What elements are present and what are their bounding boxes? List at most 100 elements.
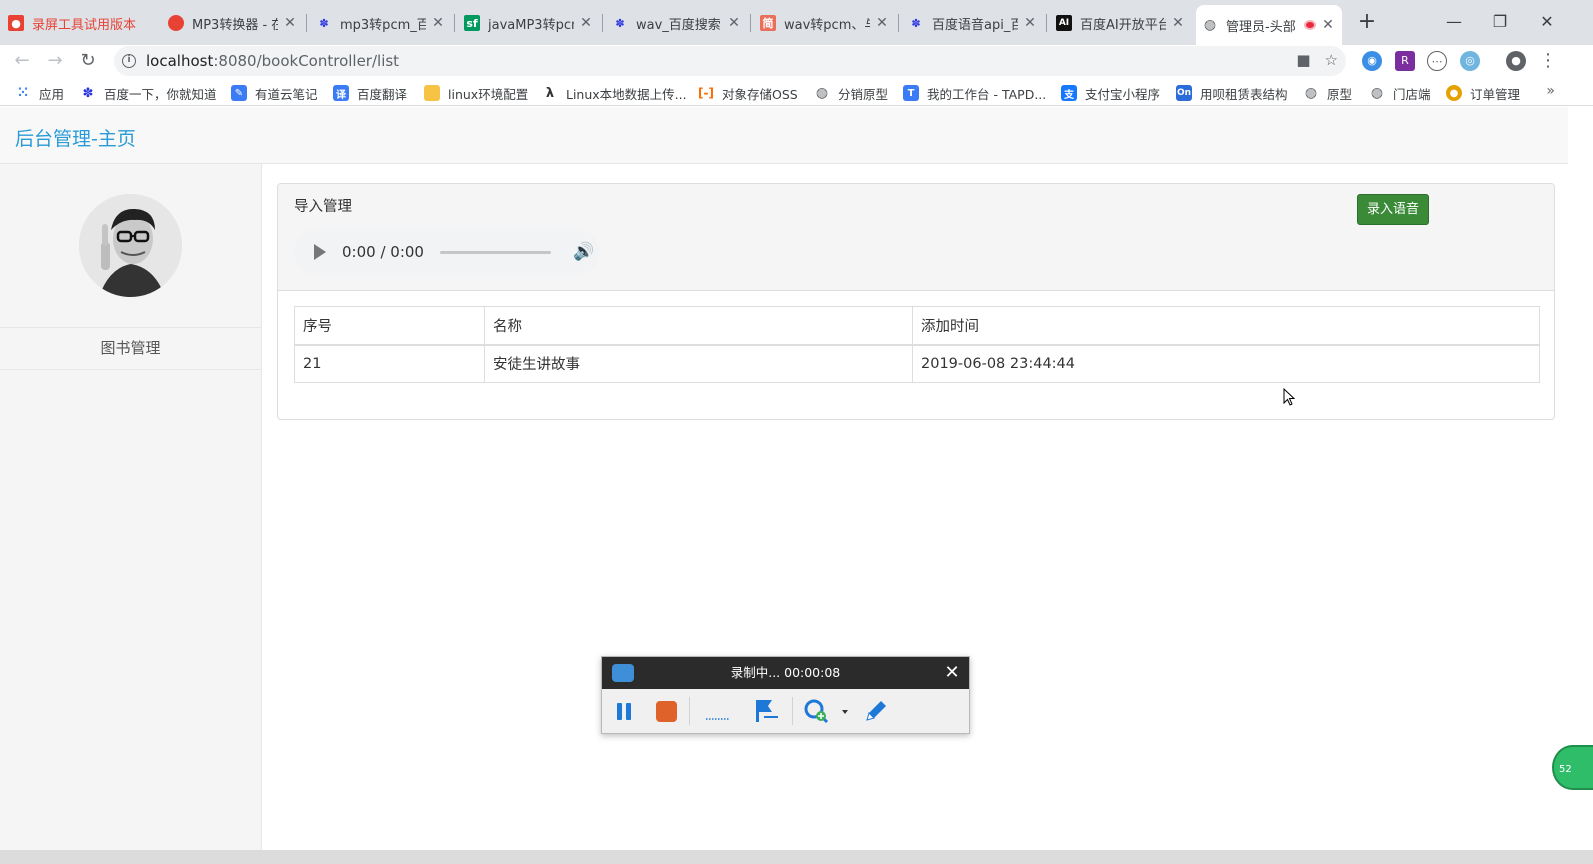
bookmark-star-icon[interactable]: ☆ — [1325, 51, 1338, 69]
order-icon: ● — [1446, 85, 1462, 101]
bookmark-prototype[interactable]: ◍ 原型 — [1303, 83, 1352, 103]
reload-button[interactable]: ↻ — [75, 48, 101, 74]
bookmark-baidu-translate[interactable]: 译 百度翻译 — [333, 83, 407, 103]
close-icon[interactable]: ✕ — [1170, 15, 1186, 31]
tab-wav-search[interactable]: ✽ wav_百度搜索 ✕ — [606, 9, 748, 37]
pause-icon[interactable] — [610, 697, 638, 725]
taskbar-edge — [0, 850, 1593, 864]
volume-icon[interactable]: 🔊 — [573, 242, 594, 262]
audio-seek-bar[interactable] — [439, 250, 551, 254]
floating-badge[interactable]: 52 — [1552, 745, 1593, 790]
marker-flag-icon[interactable] — [752, 697, 780, 725]
tapd-icon: T — [903, 85, 919, 101]
minimize-button[interactable]: — — [1434, 8, 1474, 36]
aliyun-icon: [-] — [698, 86, 714, 100]
toolbar-divider — [792, 697, 793, 725]
audio-level-icon — [706, 718, 730, 720]
bookmark-label: linux环境配置 — [448, 86, 529, 102]
new-tab-button[interactable]: + — [1356, 11, 1378, 33]
close-icon[interactable]: ✕ — [578, 15, 594, 31]
panel-heading: 导入管理 录入语音 0:00 / 0:00 🔊 — [278, 184, 1554, 291]
browser-tab-strip: ● 录屏工具试用版本 MP3转换器 - 在 ✕ ✽ mp3转pcm_百 ✕ sf… — [0, 0, 1593, 45]
stop-icon[interactable] — [652, 697, 680, 725]
tab-divider — [454, 14, 455, 32]
screen-recorder-widget: 录制中... 00:00:08 ✕ — [601, 656, 970, 734]
tab-java-mp3[interactable]: sf javaMP3转pcm ✕ — [458, 9, 600, 37]
restore-button[interactable]: ❐ — [1480, 8, 1520, 36]
close-icon[interactable]: ✕ — [430, 15, 446, 31]
address-bar[interactable]: i localhost:8080/bookController/list ■ ☆ — [114, 46, 1346, 76]
sidebar-item-book-management[interactable]: 图书管理 — [0, 327, 261, 370]
extension-code-icon[interactable]: ⋯ — [1427, 51, 1447, 71]
globe-icon: ◍ — [1304, 85, 1318, 101]
zoom-in-icon[interactable] — [802, 697, 830, 725]
column-header-name: 名称 — [484, 306, 913, 346]
bookmark-store-side[interactable]: ◍ 门店端 — [1369, 83, 1431, 103]
page-content: 后台管理-主页 图书管理 导入管理 录入语音 0:00 / 0:00 🔊 序号 … — [0, 107, 1568, 850]
jianshu-icon: 简 — [760, 15, 776, 31]
close-icon[interactable]: ✕ — [282, 15, 298, 31]
recorder-icon: ● — [8, 15, 24, 31]
bookmark-rental-schema[interactable]: On 用呗租赁表结构 — [1176, 83, 1288, 103]
record-voice-button[interactable]: 录入语音 — [1357, 194, 1429, 225]
tab-divider — [898, 14, 899, 32]
window-close-button[interactable]: ✕ — [1527, 8, 1567, 36]
bookmark-alipay-miniapp[interactable]: 支 支付宝小程序 — [1061, 83, 1160, 103]
bookmark-order-management[interactable]: ● 订单管理 — [1446, 83, 1520, 103]
youdao-note-icon: ✎ — [231, 85, 247, 101]
close-icon[interactable]: ✕ — [726, 15, 742, 31]
menu-kebab-icon[interactable]: ⋮ — [1535, 48, 1561, 74]
back-button[interactable]: ← — [9, 48, 35, 74]
tab-mp3-converter[interactable]: MP3转换器 - 在 ✕ — [162, 9, 304, 37]
bookmark-label: 原型 — [1327, 86, 1353, 102]
extension-globe-icon[interactable]: ◉ — [1362, 51, 1382, 71]
profile-avatar-icon[interactable]: ● — [1506, 51, 1526, 71]
close-icon[interactable]: ✕ — [943, 657, 961, 689]
baidu-paw-icon: ✽ — [911, 16, 921, 30]
folder-icon — [424, 85, 440, 101]
bookmark-linux-upload[interactable]: λ Linux本地数据上传... — [542, 83, 687, 103]
bookmark-label: 分销原型 — [838, 86, 889, 102]
bookmarks-overflow-button[interactable]: » — [1546, 83, 1555, 99]
close-icon[interactable]: ✕ — [1320, 17, 1336, 33]
tab-recorder-trial[interactable]: ● 录屏工具试用版本 — [2, 9, 162, 37]
tab-mp3-to-pcm[interactable]: ✽ mp3转pcm_百 ✕ — [310, 9, 452, 37]
baidu-paw-icon: ✽ — [615, 16, 625, 30]
pen-icon[interactable] — [862, 697, 890, 725]
close-icon[interactable]: ✕ — [874, 15, 890, 31]
scrollbar-gutter — [1568, 107, 1593, 850]
baidu-translate-icon: 译 — [333, 85, 349, 101]
extension-circle-icon[interactable]: ◎ — [1460, 51, 1480, 71]
bookmark-youdao[interactable]: ✎ 有道云笔记 — [231, 83, 318, 103]
camera-icon[interactable]: ■ — [1296, 51, 1310, 69]
avatar — [79, 194, 182, 297]
play-icon[interactable] — [314, 244, 326, 260]
extension-axure-icon[interactable]: R — [1395, 51, 1415, 71]
toolbar-divider — [689, 697, 690, 725]
bookmark-oss[interactable]: [-] 对象存储OSS — [698, 83, 798, 103]
tab-baidu-ai[interactable]: AI 百度AI开放平台 ✕ — [1050, 9, 1192, 37]
tab-baidu-voice-api[interactable]: ✽ 百度语音api_百 ✕ — [902, 9, 1044, 37]
chevron-down-icon[interactable] — [838, 697, 852, 725]
tab-divider — [750, 14, 751, 32]
url-host: localhost — [146, 52, 214, 70]
bookmark-tapd[interactable]: T 我的工作台 - TAPD... — [903, 83, 1046, 103]
bookmark-apps[interactable]: ⁙ 应用 — [15, 83, 64, 103]
alipay-icon: 支 — [1061, 85, 1077, 101]
close-icon[interactable]: ✕ — [1022, 15, 1038, 31]
sidebar: 图书管理 — [0, 164, 262, 850]
bookmark-baidu[interactable]: ✽ 百度一下，你就知道 — [80, 83, 217, 103]
tab-admin-active[interactable]: ◍ 管理员-头部 ✕ — [1196, 5, 1342, 45]
forward-button[interactable]: → — [42, 48, 68, 74]
import-panel: 导入管理 录入语音 0:00 / 0:00 🔊 序号 名称 添加时间 21 安徒… — [277, 183, 1555, 420]
red-circle-icon — [168, 15, 184, 31]
cell-added-time: 2019-06-08 23:44:44 — [912, 344, 1540, 383]
tab-wav-to-pcm[interactable]: 简 wav转pcm、与 ✕ — [754, 9, 896, 37]
bookmark-distribution-prototype[interactable]: ◍ 分销原型 — [814, 83, 888, 103]
audio-player[interactable]: 0:00 / 0:00 🔊 — [294, 228, 599, 276]
top-navbar: 后台管理-主页 — [0, 107, 1568, 164]
site-info-icon[interactable]: i — [122, 54, 136, 68]
bookmark-linux-env[interactable]: linux环境配置 — [424, 83, 528, 103]
brand-title[interactable]: 后台管理-主页 — [15, 124, 136, 151]
tab-label: wav转pcm、与 — [784, 17, 870, 33]
